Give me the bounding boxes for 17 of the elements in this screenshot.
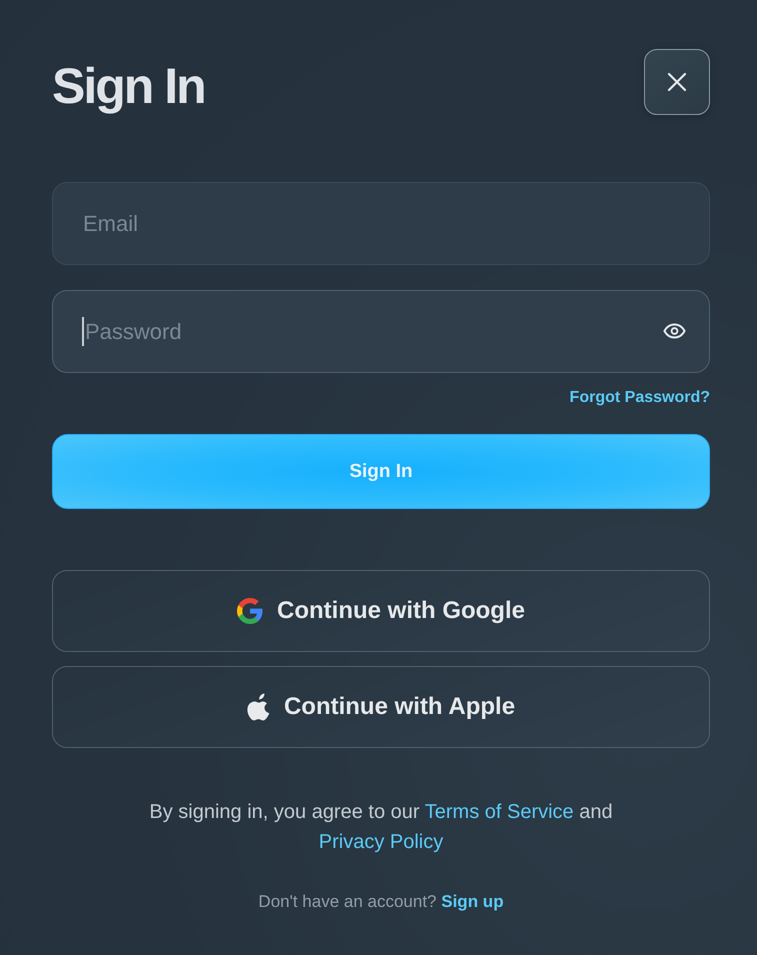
forgot-password-link[interactable]: Forgot Password?	[570, 388, 710, 408]
email-field[interactable]: Email	[52, 182, 710, 265]
close-icon	[667, 72, 687, 92]
password-field[interactable]: Password	[52, 290, 710, 373]
apple-sign-in-button[interactable]: Continue with Apple	[52, 666, 710, 748]
text-cursor	[82, 317, 84, 346]
google-logo-icon	[237, 598, 264, 624]
close-button[interactable]	[644, 49, 710, 115]
google-sign-in-button[interactable]: Continue with Google	[52, 570, 710, 652]
dialog-title: Sign In	[52, 58, 205, 114]
terms-notice: By signing in, you agree to our Terms of Service and Privacy Policy	[148, 800, 614, 855]
apple-logo-icon	[246, 693, 270, 721]
privacy-policy-link[interactable]: Privacy Policy	[318, 831, 444, 853]
terms-of-service-link[interactable]: Terms of Service	[424, 801, 574, 823]
sign-up-link[interactable]: Sign up	[441, 892, 504, 911]
eye-icon[interactable]	[663, 323, 686, 339]
sign-up-prompt: Don't have an account? Sign up	[257, 891, 505, 913]
